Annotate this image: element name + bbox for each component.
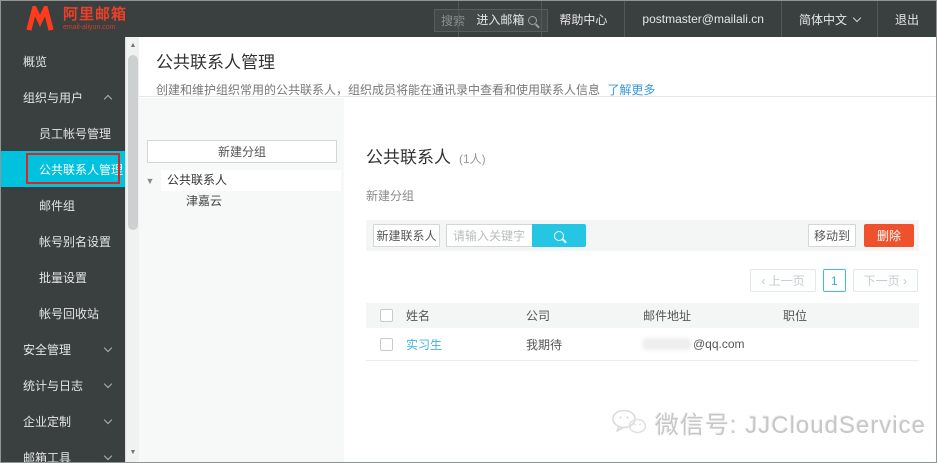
search-button[interactable] — [532, 224, 586, 247]
pagination: ‹ 上一页 1 下一页 › — [750, 269, 918, 292]
contact-email: @qq.com — [643, 337, 783, 351]
table-header-row: 姓名 公司 邮件地址 职位 — [366, 303, 919, 328]
contacts-table: 姓名 公司 邮件地址 职位 实习生 我期待 @qq.com — [366, 303, 919, 361]
chevron-down-icon — [103, 379, 113, 389]
scrollbar-thumb[interactable] — [128, 55, 138, 230]
contacts-toolbar: 新建联系人 移动到 删除 — [366, 220, 919, 251]
header-email: 邮件地址 — [643, 309, 692, 323]
sidebar-item-security[interactable]: 安全管理 — [1, 331, 125, 367]
delete-button[interactable]: 删除 — [864, 224, 914, 247]
chevron-down-icon — [852, 13, 862, 22]
page-header: 公共联系人管理 创建和维护组织常用的公共联系人，组织成员将能在通讯录中查看和使用… — [139, 37, 936, 97]
sidebar-item-account-recycle[interactable]: 帐号回收站 — [1, 295, 125, 331]
next-page-button[interactable]: 下一页 › — [852, 269, 918, 292]
move-to-button[interactable]: 移动到 — [808, 224, 856, 247]
row-checkbox[interactable] — [379, 337, 393, 351]
language-selector[interactable]: 简体中文 — [780, 1, 877, 37]
wechat-icon — [612, 409, 647, 433]
new-group-link[interactable]: 新建分组 — [366, 187, 414, 204]
sidebar-item-account-alias[interactable]: 帐号别名设置 — [1, 223, 125, 259]
help-center-link[interactable]: 帮助中心 — [541, 1, 624, 37]
section-title: 公共联系人 — [366, 148, 451, 167]
select-all-checkbox[interactable] — [379, 309, 393, 322]
contact-count-badge: (1人) — [459, 152, 486, 166]
watermark-text: 微信号: JJCloudService — [654, 412, 926, 439]
brand-domain: email-aliyun.com — [63, 24, 116, 31]
prev-page-button[interactable]: ‹ 上一页 — [750, 269, 816, 292]
scroll-up-icon[interactable]: ▲ — [126, 39, 140, 53]
sidebar-item-overview[interactable]: 概览 — [1, 43, 125, 79]
sidebar-scrollbar: ▲ ▼ — [125, 37, 139, 462]
group-tree-panel: 新建分组 ▼ 公共联系人 津嘉云 — [139, 98, 344, 462]
keyword-search-input[interactable] — [446, 224, 532, 247]
contacts-section: 公共联系人 (1人) 新建分组 新建联系人 移动到 删除 ‹ 上一页 1 下一页… — [344, 98, 936, 462]
search-icon — [554, 230, 564, 241]
sidebar-item-public-contacts[interactable]: 公共联系人管理 — [1, 151, 125, 187]
sidebar-item-mail-groups[interactable]: 邮件组 — [1, 187, 125, 223]
current-page-button[interactable]: 1 — [822, 269, 846, 292]
brand-name: 阿里邮箱 — [63, 6, 128, 23]
scroll-down-icon[interactable]: ▼ — [126, 446, 140, 460]
sidebar-item-mail-tools[interactable]: 邮箱工具 — [1, 439, 125, 462]
page-title: 公共联系人管理 — [156, 53, 275, 72]
contact-company: 我期待 — [526, 337, 563, 352]
sidebar-item-enterprise-custom[interactable]: 企业定制 — [1, 403, 125, 439]
tree-node-label: 公共联系人 — [161, 170, 341, 191]
tree-node-public-contacts[interactable]: ▼ 公共联系人 — [139, 170, 344, 191]
watermark: 微信号: JJCloudService — [611, 405, 926, 440]
header-title: 职位 — [783, 309, 808, 323]
table-row: 实习生 我期待 @qq.com — [366, 328, 919, 361]
page-description: 创建和维护组织常用的公共联系人，组织成员将能在通讯录中查看和使用联系人信息 了解… — [156, 83, 656, 97]
chevron-down-icon — [103, 451, 113, 461]
main-content: 公共联系人管理 创建和维护组织常用的公共联系人，组织成员将能在通讯录中查看和使用… — [139, 37, 936, 462]
enter-mailbox-link[interactable]: 进入邮箱 — [458, 1, 541, 37]
topbar: 阿里邮箱 email-aliyun.com 进入邮箱 帮助中心 postmast… — [1, 1, 936, 37]
sidebar-item-employee-accounts[interactable]: 员工帐号管理 — [1, 115, 125, 151]
sidebar-item-org-users[interactable]: 组织与用户 — [1, 79, 125, 115]
alimail-admin-window: 阿里邮箱 email-aliyun.com 进入邮箱 帮助中心 postmast… — [0, 0, 937, 463]
tree-expand-icon[interactable]: ▼ — [139, 176, 161, 186]
learn-more-link[interactable]: 了解更多 — [607, 83, 655, 97]
header-name: 姓名 — [406, 309, 431, 323]
chevron-down-icon — [103, 343, 113, 353]
contact-name-link[interactable]: 实习生 — [406, 338, 442, 352]
new-contact-button[interactable]: 新建联系人 — [373, 224, 440, 247]
redacted-email-user — [643, 338, 691, 350]
chevron-up-icon — [103, 94, 113, 104]
new-group-button[interactable]: 新建分组 — [147, 140, 337, 163]
logout-link[interactable]: 退出 — [876, 1, 936, 37]
section-title-row: 公共联系人 (1人) — [366, 143, 486, 168]
sidebar-item-batch-settings[interactable]: 批量设置 — [1, 259, 125, 295]
chevron-down-icon — [103, 415, 113, 425]
tree-node-child-group[interactable]: 津嘉云 — [186, 191, 222, 212]
account-email[interactable]: postmaster@mailali.cn — [624, 1, 781, 37]
sidebar-nav: 概览 组织与用户 员工帐号管理 公共联系人管理 邮件组 帐号别名设置 批量设置 … — [1, 37, 125, 462]
sidebar-item-stats-logs[interactable]: 统计与日志 — [1, 367, 125, 403]
brand[interactable]: 阿里邮箱 email-aliyun.com — [25, 6, 127, 32]
header-company: 公司 — [526, 309, 551, 323]
topbar-menu: 进入邮箱 帮助中心 postmaster@mailali.cn 简体中文 退出 — [458, 1, 936, 37]
alimail-logo-icon — [26, 6, 54, 31]
